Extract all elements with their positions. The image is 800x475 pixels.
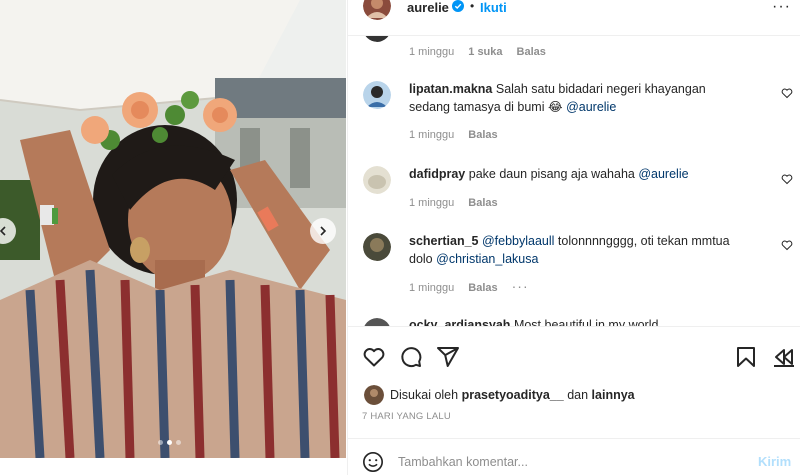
comment-avatar[interactable]	[363, 318, 391, 326]
comment-time: 1 minggu	[409, 46, 455, 58]
share-icon[interactable]	[436, 345, 460, 369]
heart-icon[interactable]	[362, 345, 386, 369]
comment-body: pake daun pisang aja wahaha	[468, 167, 635, 181]
heart-icon[interactable]	[781, 87, 793, 99]
rewind-icon[interactable]	[772, 345, 796, 369]
liker-username[interactable]: prasetyoaditya__	[462, 388, 564, 402]
author-username[interactable]: aurelie	[407, 0, 449, 15]
heart-icon[interactable]	[781, 239, 793, 251]
likes-prefix: Disukai oleh	[390, 388, 459, 402]
heart-icon[interactable]	[781, 173, 793, 185]
comment-username[interactable]: dafidpray	[409, 167, 465, 181]
chevron-right-icon	[320, 226, 327, 236]
comment-meta: 1 minggu Balas ···	[409, 278, 529, 294]
more-options-button[interactable]: ···	[772, 0, 791, 16]
reply-button[interactable]: Balas	[468, 129, 497, 141]
carousel-dot	[176, 440, 181, 445]
comment-avatar[interactable]	[363, 36, 391, 42]
avatar-image	[363, 166, 391, 194]
comments-list[interactable]: 1 minggu 1 suka Balas lipatan.makna Sala…	[348, 36, 800, 326]
carousel-dot-active	[167, 440, 172, 445]
comment-text: schertian_5 @febbylaaull tolonnnngggg, o…	[409, 232, 749, 268]
comment-avatar[interactable]	[363, 81, 391, 109]
header-separator: •	[470, 0, 475, 13]
carousel-dot	[158, 440, 163, 445]
comment-input[interactable]	[398, 450, 738, 474]
post-comment-button[interactable]: Kirim	[758, 454, 791, 469]
avatar-image	[364, 385, 384, 405]
comment-text: ocky_ardiansyah Most beautiful in my wor…	[409, 316, 749, 326]
comment-avatar[interactable]	[363, 166, 391, 194]
post-photo[interactable]	[0, 0, 346, 458]
add-comment-bar: Kirim	[348, 438, 800, 475]
comment-mention[interactable]: @aurelie	[638, 167, 688, 181]
avatar-image	[363, 81, 391, 109]
comment-time: 1 minggu	[409, 129, 455, 141]
reply-button[interactable]: Balas	[468, 197, 497, 209]
post-actions: Disukai oleh prasetyoaditya__ dan lainny…	[348, 326, 800, 436]
comment-mention[interactable]: @aurelie	[566, 100, 616, 114]
avatar-image	[363, 233, 391, 261]
comment-avatar[interactable]	[363, 233, 391, 261]
comment-time: 1 minggu	[409, 197, 455, 209]
likes-others[interactable]: lainnya	[592, 388, 635, 402]
author-avatar[interactable]	[363, 0, 391, 20]
liker-avatar	[364, 385, 384, 405]
comment-meta: 1 minggu Balas	[409, 129, 498, 141]
bookmark-icon[interactable]	[734, 345, 758, 369]
likes-middle: dan	[567, 388, 589, 402]
comment-text: lipatan.makna Salah satu bidadari negeri…	[409, 80, 749, 116]
comment-meta: 1 minggu Balas	[409, 197, 498, 209]
avatar-image	[363, 0, 391, 20]
carousel-dots	[158, 440, 181, 445]
likes-summary[interactable]: Disukai oleh prasetyoaditya__ dan lainny…	[364, 385, 635, 405]
avatar-image	[365, 36, 389, 42]
post-side-panel: aurelie • Ikuti ··· 1 minggu 1 suka Bala…	[347, 0, 800, 475]
avatar-image	[364, 318, 390, 326]
verified-badge-icon	[452, 0, 464, 12]
next-photo-button[interactable]	[310, 218, 336, 244]
post-header: aurelie • Ikuti ···	[348, 0, 800, 36]
comment-icon[interactable]	[399, 345, 423, 369]
reply-button[interactable]: Balas	[517, 46, 546, 58]
emoji-icon[interactable]	[362, 451, 384, 473]
reply-button[interactable]: Balas	[468, 282, 497, 294]
comment-like-count[interactable]: 1 suka	[468, 46, 502, 58]
comment-username[interactable]: ocky_ardiansyah	[409, 318, 510, 326]
post-timestamp[interactable]: 7 HARI YANG LALU	[362, 411, 451, 422]
chevron-left-icon	[0, 226, 6, 236]
comment-time: 1 minggu	[409, 282, 455, 294]
post-image	[0, 0, 346, 458]
comment-meta: 1 minggu 1 suka Balas	[409, 46, 546, 58]
comment-body: Most beautiful in my world	[513, 318, 659, 326]
comment-more-button[interactable]: ···	[512, 278, 529, 294]
comment-username[interactable]: lipatan.makna	[409, 82, 492, 96]
follow-button[interactable]: Ikuti	[480, 0, 507, 15]
comment-mention[interactable]: @christian_lakusa	[436, 252, 538, 266]
comment-username[interactable]: schertian_5	[409, 234, 478, 248]
comment-mention[interactable]: @febbylaaull	[482, 234, 554, 248]
comment-text: dafidpray pake daun pisang aja wahaha @a…	[409, 165, 749, 183]
